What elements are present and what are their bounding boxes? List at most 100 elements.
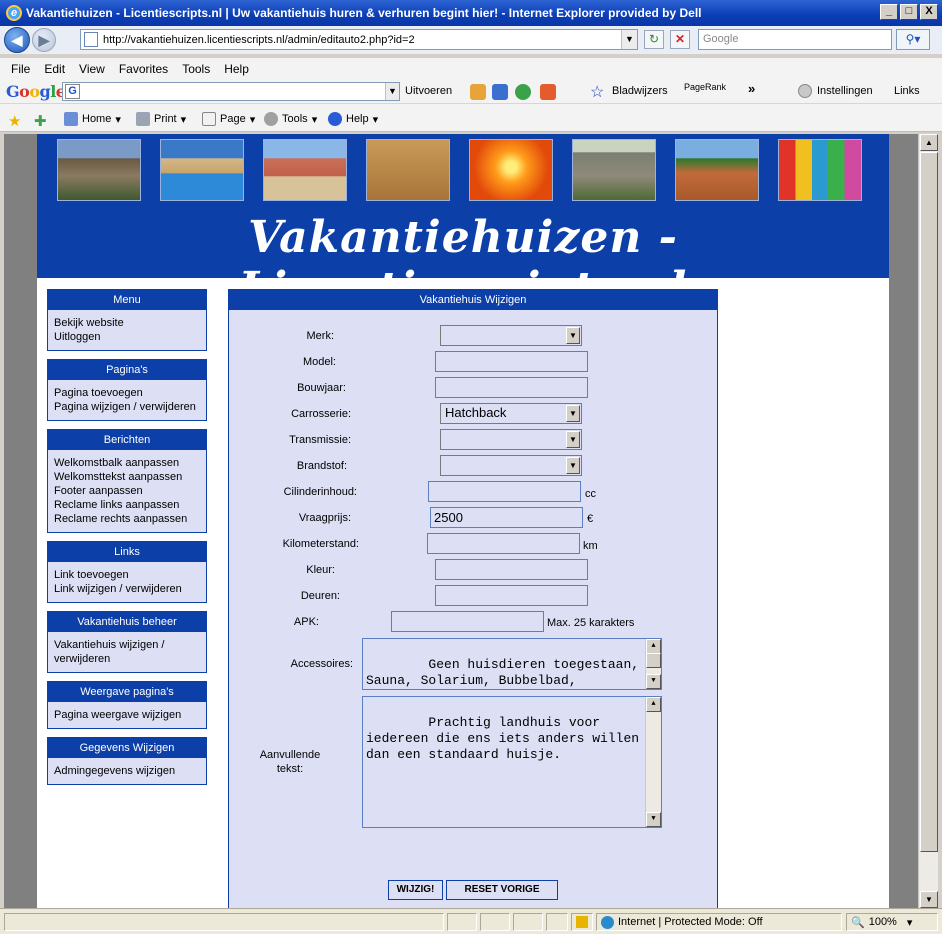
- merk-select[interactable]: ▼: [440, 325, 582, 346]
- vraagprijs-label: Vraagprijs:: [298, 512, 351, 524]
- scroll-down-icon[interactable]: ▼: [646, 674, 661, 689]
- gear-icon: [264, 112, 278, 126]
- sidebar-link[interactable]: Uitloggen: [54, 330, 200, 344]
- pagerank-button[interactable]: PageRank: [684, 82, 726, 92]
- refresh-button[interactable]: ↻: [644, 30, 664, 49]
- sidebar-link[interactable]: Welkomstbalk aanpassen: [54, 456, 200, 470]
- print-button[interactable]: Print ▾: [136, 112, 186, 126]
- cilinderinhoud-unit: cc: [585, 488, 596, 500]
- menu-file[interactable]: File: [4, 62, 37, 76]
- close-button[interactable]: X: [920, 4, 938, 20]
- search-button[interactable]: ⚲▾: [896, 29, 930, 50]
- back-button[interactable]: ◀: [4, 27, 30, 53]
- google-search-button[interactable]: Uitvoeren: [405, 85, 452, 97]
- command-bar: ★ ✚ Home ▾ Print ▾ Page ▾ Tools ▾ Help ▾: [0, 104, 942, 132]
- address-bar[interactable]: http://vakantiehuizen.licentiescripts.nl…: [80, 29, 638, 50]
- carrosserie-select[interactable]: Hatchback ▼: [440, 403, 582, 424]
- scroll-down-icon[interactable]: ▼: [920, 891, 938, 908]
- sidebar-link[interactable]: Bekijk website: [54, 316, 200, 330]
- favorites-star-icon[interactable]: ★: [8, 112, 21, 130]
- forward-button[interactable]: ▶: [32, 28, 56, 52]
- photo-pool: [160, 139, 244, 201]
- zoom-control[interactable]: 🔍 100% ▾: [846, 913, 938, 931]
- sidebar-link[interactable]: Footer aanpassen: [54, 484, 200, 498]
- sidebar-link[interactable]: Link toevoegen: [54, 568, 200, 582]
- textarea-scrollbar[interactable]: ▲ ▼: [645, 639, 661, 689]
- reset-button[interactable]: RESET VORIGE: [446, 880, 558, 900]
- google-logo[interactable]: Google: [6, 82, 66, 101]
- window-title: Vakantiehuizen - Licentiescripts.nl | Uw…: [26, 6, 702, 20]
- aanvullende-textarea[interactable]: Prachtig landhuis voor iedereen die ens …: [362, 696, 662, 828]
- sidebar-link[interactable]: Link wijzigen / verwijderen: [54, 582, 200, 596]
- sidebar-link[interactable]: Pagina wijzigen / verwijderen: [54, 400, 200, 414]
- sidebar-link[interactable]: Reclame rechts aanpassen: [54, 512, 200, 526]
- scroll-down-icon[interactable]: ▼: [646, 812, 661, 827]
- web-page: Vakantiehuizen - Licentiescripts.nl Menu…: [37, 134, 889, 908]
- toolbar-icon-4[interactable]: [540, 84, 556, 100]
- model-input[interactable]: [435, 351, 588, 372]
- sidebar-header: Menu: [48, 290, 206, 310]
- address-url: http://vakantiehuizen.licentiescripts.nl…: [103, 33, 415, 46]
- google-dropdown-icon[interactable]: ▼: [385, 83, 399, 100]
- sidebar-link[interactable]: Pagina toevoegen: [54, 386, 200, 400]
- sidebar-link[interactable]: Reclame links aanpassen: [54, 498, 200, 512]
- menu-view[interactable]: View: [72, 62, 112, 76]
- scroll-up-icon[interactable]: ▲: [920, 134, 938, 151]
- globe-icon[interactable]: [515, 84, 531, 100]
- settings-button[interactable]: Instellingen: [817, 85, 873, 97]
- menu-help[interactable]: Help: [217, 62, 256, 76]
- tools-button[interactable]: Tools ▾: [264, 112, 317, 126]
- links-button[interactable]: Links: [894, 85, 920, 97]
- toolbar-icon-1[interactable]: [470, 84, 486, 100]
- add-favorite-icon[interactable]: ✚: [34, 112, 47, 130]
- textarea-scrollbar[interactable]: ▲ ▼: [645, 697, 661, 827]
- accessoires-textarea[interactable]: Geen huisdieren toegestaan, Sauna, Solar…: [362, 638, 662, 690]
- sidebar-link[interactable]: Vakantiehuis wijzigen /: [54, 638, 200, 652]
- bookmarks-button[interactable]: Bladwijzers: [612, 85, 668, 97]
- cilinderinhoud-input[interactable]: [428, 481, 581, 502]
- address-dropdown-icon[interactable]: ▼: [621, 30, 637, 49]
- transmissie-label: Transmissie:: [289, 434, 351, 446]
- page-button[interactable]: Page ▾: [202, 112, 255, 126]
- sidebar-account: Gegevens Wijzigen Admingegevens wijzigen: [47, 737, 207, 785]
- home-icon: [64, 112, 78, 126]
- sidebar-link[interactable]: Pagina weergave wijzigen: [54, 708, 200, 722]
- maximize-button[interactable]: □: [900, 4, 918, 20]
- sidebar-link[interactable]: Welkomsttekst aanpassen: [54, 470, 200, 484]
- settings-icon[interactable]: [798, 84, 812, 98]
- scroll-thumb[interactable]: [646, 653, 661, 668]
- minimize-button[interactable]: _: [880, 4, 898, 20]
- brandstof-select[interactable]: ▼: [440, 455, 582, 476]
- bouwjaar-label: Bouwjaar:: [297, 382, 346, 394]
- sidebar-link[interactable]: Admingegevens wijzigen: [54, 764, 200, 778]
- menu-edit[interactable]: Edit: [37, 62, 72, 76]
- aanvullende-label: Aanvullende tekst:: [259, 749, 321, 775]
- photo-tropical-house: [675, 139, 759, 201]
- sidebar-link[interactable]: verwijderen: [54, 652, 200, 666]
- stop-button[interactable]: ✕: [670, 30, 690, 49]
- help-button[interactable]: Help ▾: [328, 112, 378, 126]
- google-search-input[interactable]: G ▼: [62, 82, 400, 101]
- submit-button[interactable]: WIJZIG!: [388, 880, 443, 900]
- scroll-thumb[interactable]: [920, 152, 938, 852]
- more-button[interactable]: »: [748, 81, 755, 96]
- deuren-input[interactable]: [435, 585, 588, 606]
- scroll-up-icon[interactable]: ▲: [646, 639, 661, 654]
- vraagprijs-unit: €: [587, 513, 594, 525]
- search-input[interactable]: Google: [698, 29, 892, 50]
- scroll-up-icon[interactable]: ▲: [646, 697, 661, 712]
- toolbar-icon-2[interactable]: [492, 84, 508, 100]
- transmissie-select[interactable]: ▼: [440, 429, 582, 450]
- menu-favorites[interactable]: Favorites: [112, 62, 175, 76]
- vraagprijs-input[interactable]: 2500: [430, 507, 583, 528]
- star-icon[interactable]: ☆: [590, 82, 606, 101]
- status-segment: [447, 913, 477, 931]
- apk-input[interactable]: [391, 611, 544, 632]
- menu-tools[interactable]: Tools: [175, 62, 217, 76]
- home-button[interactable]: Home ▾: [64, 112, 121, 126]
- zone-segment[interactable]: Internet | Protected Mode: Off: [596, 913, 842, 931]
- kleur-input[interactable]: [435, 559, 588, 580]
- page-scrollbar[interactable]: ▲ ▼: [918, 134, 938, 908]
- bouwjaar-input[interactable]: [435, 377, 588, 398]
- kilometerstand-input[interactable]: [427, 533, 580, 554]
